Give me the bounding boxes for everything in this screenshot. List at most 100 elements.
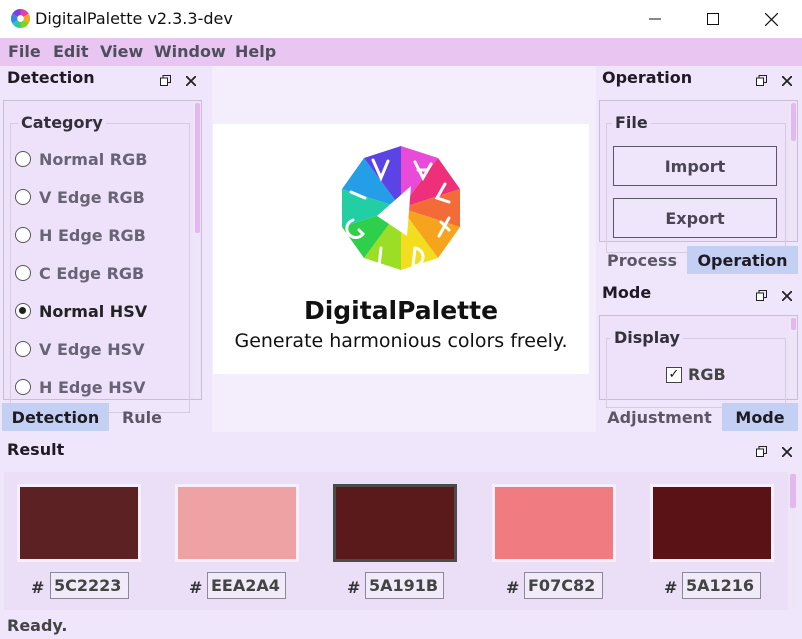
hex-input[interactable]: 5A1216 [682, 572, 761, 599]
app-name-title: DigitalPalette [303, 296, 499, 325]
float-icon [755, 75, 767, 86]
radio-button[interactable] [15, 151, 31, 167]
radio-label: H Edge RGB [39, 225, 146, 245]
rgb-checkbox[interactable]: ✓ [666, 367, 682, 383]
color-swatch-fill [653, 487, 771, 559]
radio-label: V Edge HSV [39, 339, 145, 359]
menu-bar: File Edit View Window Help [0, 38, 802, 66]
radio-label: C Edge RGB [39, 263, 145, 283]
mode-scroll-thumb[interactable] [791, 318, 796, 330]
float-icon [159, 75, 171, 86]
operation-scroll-area: File Import Export [599, 100, 798, 253]
color-swatch[interactable] [175, 484, 299, 562]
tab-adjustment[interactable]: Adjustment [598, 403, 721, 431]
import-button[interactable]: Import [613, 146, 777, 186]
float-icon [755, 446, 767, 457]
radio-v-edge-rgb[interactable]: V Edge RGB [15, 185, 145, 209]
maximize-button[interactable] [684, 0, 742, 38]
minimize-icon [649, 18, 661, 20]
operation-panel-title: Operation [602, 68, 693, 87]
radio-normal-hsv[interactable]: Normal HSV [15, 299, 147, 323]
close-icon [781, 446, 793, 458]
float-icon [755, 290, 767, 301]
hex-input[interactable]: EEA2A4 [207, 572, 286, 599]
tab-mode[interactable]: Mode [722, 403, 798, 431]
radio-normal-rgb[interactable]: Normal RGB [15, 147, 147, 171]
close-icon [781, 290, 793, 302]
hash-label: # [506, 578, 520, 597]
radio-button[interactable] [15, 341, 31, 357]
color-swatch-fill [495, 487, 613, 559]
radio-button[interactable] [15, 227, 31, 243]
menu-window[interactable]: Window [154, 42, 226, 61]
tagline: Generate harmonious colors freely. [234, 330, 568, 352]
hash-label: # [31, 578, 45, 597]
color-swatch-fill [20, 487, 138, 559]
close-button[interactable] [742, 0, 800, 38]
radio-h-edge-hsv[interactable]: H Edge HSV [15, 375, 146, 399]
radio-c-edge-rgb[interactable]: C Edge RGB [15, 261, 144, 285]
detection-scroll-thumb[interactable] [195, 103, 200, 233]
result-panel-title: Result [7, 440, 65, 459]
radio-label: Normal RGB [39, 149, 148, 169]
tab-detection[interactable]: Detection [2, 403, 109, 431]
radio-button[interactable] [15, 303, 31, 319]
menu-file[interactable]: File [8, 42, 41, 61]
color-swatch-fill [336, 487, 454, 559]
status-text: Ready. [7, 616, 68, 635]
menu-view[interactable]: View [100, 42, 143, 61]
mode-float-button[interactable] [754, 290, 768, 304]
close-icon [781, 75, 793, 87]
radio-label: H Edge HSV [39, 377, 146, 397]
logo-card: DigitalPalette Generate harmonious color… [213, 124, 589, 374]
result-scroll-thumb[interactable] [790, 474, 796, 508]
hash-label: # [347, 578, 361, 597]
hex-input[interactable]: F07C82 [524, 572, 603, 599]
detection-panel-title: Detection [7, 68, 95, 87]
window-title: DigitalPalette v2.3.3-dev [35, 9, 233, 28]
radio-label: Normal HSV [39, 301, 148, 321]
tab-process[interactable]: Process [598, 246, 686, 274]
color-swatch-fill [178, 487, 296, 559]
detection-scroll-area: Category Normal RGB V Edge RGB H Edge RG… [3, 100, 202, 413]
rgb-label: RGB [688, 365, 726, 384]
category-label: Category [18, 113, 106, 132]
radio-label: V Edge RGB [39, 187, 145, 207]
operation-float-button[interactable] [754, 75, 768, 89]
radio-button[interactable] [15, 379, 31, 395]
mode-panel-title: Mode [602, 283, 652, 302]
operation-scroll-thumb[interactable] [791, 103, 796, 141]
tab-operation[interactable]: Operation [687, 246, 798, 274]
hex-input[interactable]: 5A191B [365, 572, 444, 599]
title-bar: DigitalPalette v2.3.3-dev [0, 0, 802, 38]
radio-v-edge-hsv[interactable]: V Edge HSV [15, 337, 145, 361]
close-icon [185, 75, 197, 87]
radio-button[interactable] [15, 189, 31, 205]
mode-scroll-area: Display ✓ RGB [599, 315, 798, 408]
tab-rule[interactable]: Rule [110, 403, 174, 431]
hash-label: # [189, 578, 203, 597]
color-swatch[interactable] [17, 484, 141, 562]
digitalpalette-logo-icon [342, 146, 460, 270]
app-logo-icon [11, 9, 30, 28]
file-label: File [612, 113, 651, 132]
color-swatch-selected[interactable] [333, 484, 457, 562]
mode-close-button[interactable] [780, 290, 794, 304]
result-close-button[interactable] [780, 446, 794, 460]
detection-float-button[interactable] [158, 75, 172, 89]
hex-input[interactable]: 5C2223 [50, 572, 129, 599]
radio-button[interactable] [15, 265, 31, 281]
color-swatch[interactable] [650, 484, 774, 562]
menu-help[interactable]: Help [235, 42, 276, 61]
menu-edit[interactable]: Edit [53, 42, 89, 61]
radio-h-edge-rgb[interactable]: H Edge RGB [15, 223, 146, 247]
export-button[interactable]: Export [613, 198, 777, 238]
close-icon [764, 12, 778, 26]
color-swatch[interactable] [492, 484, 616, 562]
display-label: Display [611, 328, 683, 347]
maximize-icon [707, 13, 719, 25]
result-float-button[interactable] [754, 446, 768, 460]
detection-close-button[interactable] [184, 75, 198, 89]
minimize-button[interactable] [626, 0, 684, 38]
operation-close-button[interactable] [780, 75, 794, 89]
